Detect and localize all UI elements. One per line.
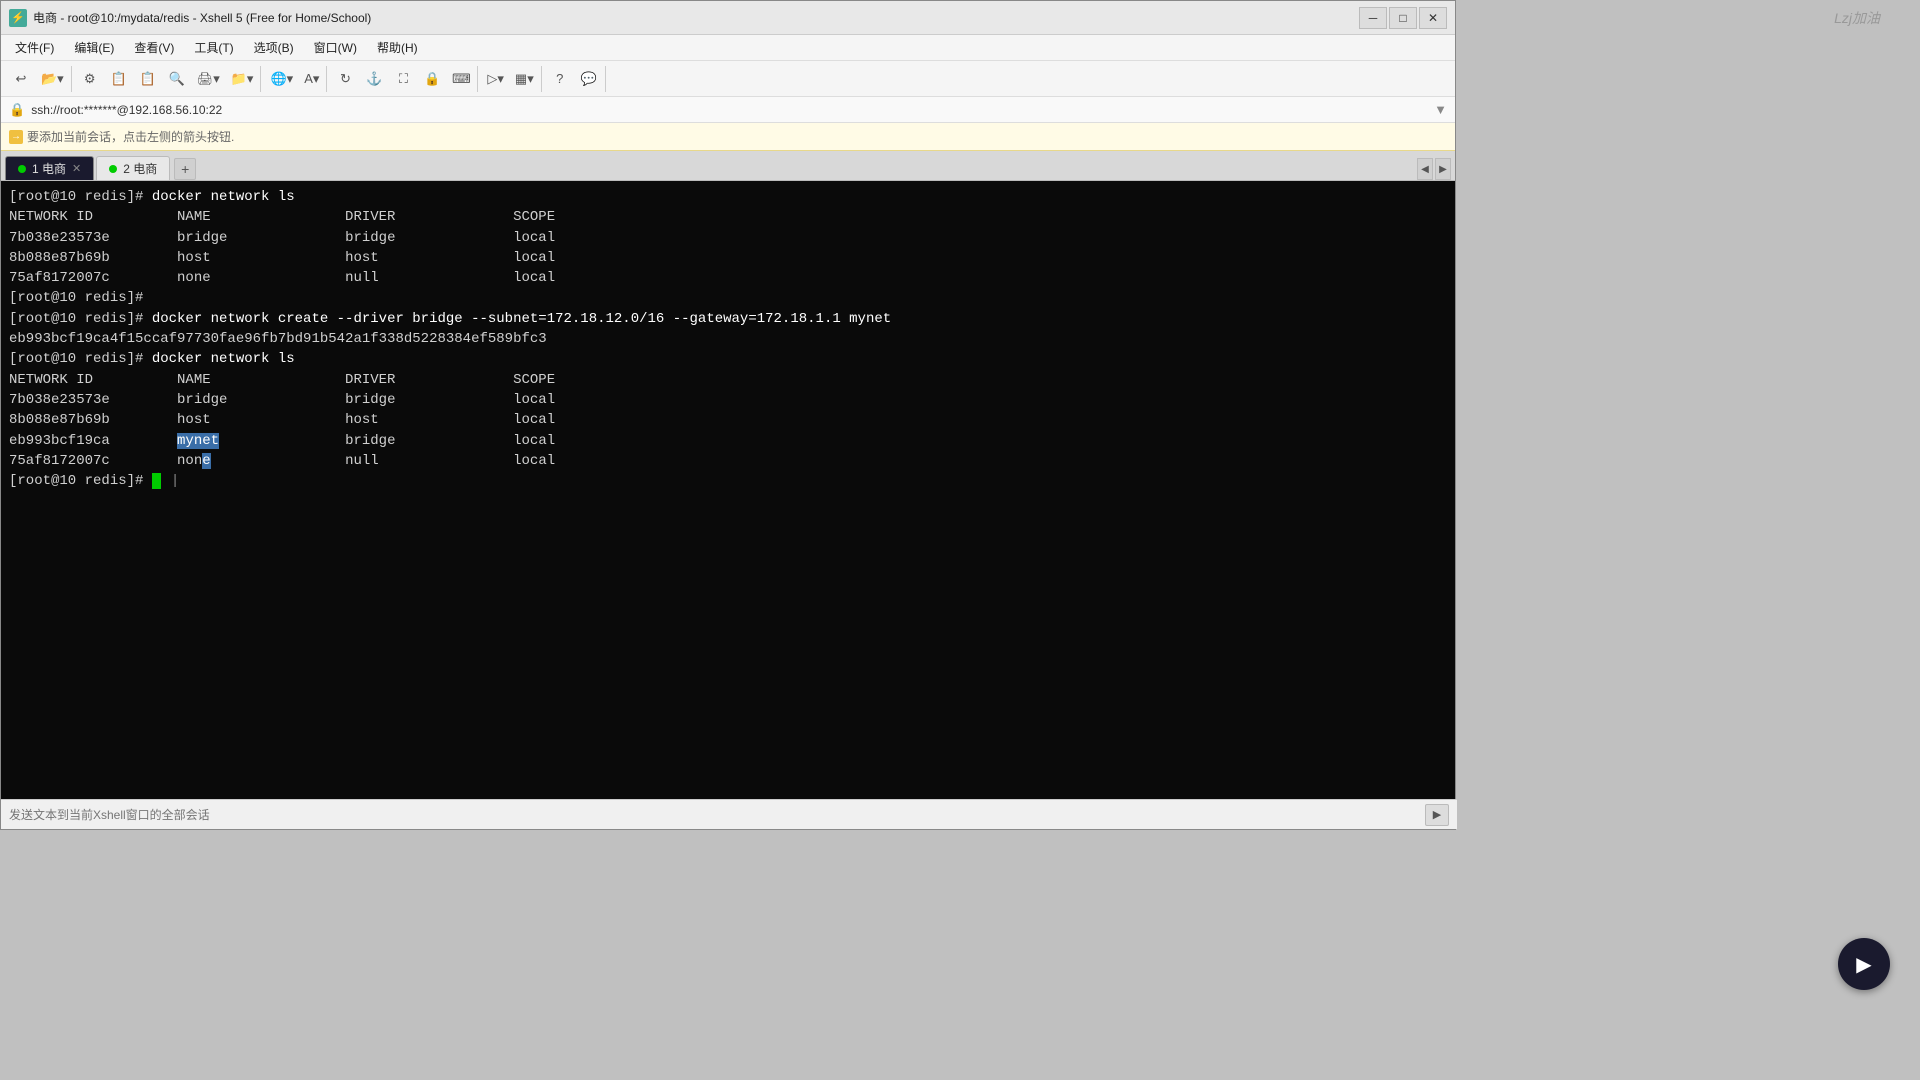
- toolbar-chat-button[interactable]: 💬: [575, 66, 603, 92]
- menu-help[interactable]: 帮助(H): [367, 37, 428, 58]
- maximize-button[interactable]: □: [1389, 7, 1417, 29]
- hint-text: 要添加当前会话，点击左侧的箭头按钮.: [27, 128, 234, 145]
- tab-1[interactable]: 1 电商 ✕: [5, 156, 94, 180]
- tab-navigation: ◀ ▶: [1417, 158, 1451, 180]
- terminal-cursor: [152, 473, 161, 489]
- terminal-line-1: [root@10 redis]# docker network ls: [9, 187, 1447, 207]
- toolbar-help-button[interactable]: ?: [546, 66, 574, 92]
- menu-window[interactable]: 窗口(W): [304, 37, 367, 58]
- tab-2-dot: [109, 165, 117, 173]
- terminal-line-11: 7b038e23573e bridge bridge local: [9, 390, 1447, 410]
- close-button[interactable]: ✕: [1419, 7, 1447, 29]
- ssh-address: ssh://root:*******@192.168.56.10:22: [31, 103, 222, 117]
- terminal-line-6: [root@10 redis]#: [9, 288, 1447, 308]
- toolbar-font-dropdown[interactable]: A▾: [299, 66, 324, 92]
- tab-2-label: 2 电商: [123, 160, 157, 177]
- toolbar-search-button[interactable]: 🔍: [163, 66, 191, 92]
- toolbar-layout-dropdown[interactable]: ▦▾: [510, 66, 539, 92]
- floating-play-icon: ▶: [1856, 952, 1871, 977]
- terminal-line-2: NETWORK ID NAME DRIVER SCOPE: [9, 207, 1447, 227]
- tabbar: 1 电商 ✕ 2 电商 + ◀ ▶: [1, 151, 1455, 181]
- tab-1-label: 1 电商: [32, 160, 66, 177]
- hint-arrow-icon: →: [9, 130, 23, 144]
- watermark: Lzj加油: [1834, 8, 1880, 28]
- toolbar-group-tools: ? 💬: [544, 66, 606, 92]
- toolbar-open-dropdown[interactable]: 📂▾: [36, 66, 69, 92]
- menu-options[interactable]: 选项(B): [244, 37, 304, 58]
- toolbar-back-button[interactable]: ↩: [7, 66, 35, 92]
- terminal-line-15: [root@10 redis]# |: [9, 471, 1447, 491]
- toolbar-paste-button[interactable]: 📋: [134, 66, 162, 92]
- terminal-line-12: 8b088e87b69b host host local: [9, 410, 1447, 430]
- toolbar-group-extra: ▷▾ ▦▾: [480, 66, 541, 92]
- toolbar-rotate-button[interactable]: ↻: [331, 66, 359, 92]
- toolbar-group-actions: ⚙ 📋 📋 🔍 🖨▾ 📁▾: [74, 66, 262, 92]
- terminal-line-9: [root@10 redis]# docker network ls: [9, 349, 1447, 369]
- toolbar-lock-button[interactable]: 🔒: [418, 66, 446, 92]
- tab-1-dot: [18, 165, 26, 173]
- titlebar: ⚡ 电商 - root@10:/mydata/redis - Xshell 5 …: [1, 1, 1455, 35]
- tab-add-button[interactable]: +: [174, 158, 196, 180]
- toolbar-group-misc: ↻ ⚓ ⛶ 🔒 ⌨: [329, 66, 478, 92]
- floating-play-button[interactable]: ▶: [1838, 938, 1890, 990]
- tab-2[interactable]: 2 电商: [96, 156, 170, 180]
- menu-edit[interactable]: 编辑(E): [64, 37, 124, 58]
- toolbar-anchor-button[interactable]: ⚓: [360, 66, 388, 92]
- toolbar: ↩ 📂▾ ⚙ 📋 📋 🔍 🖨▾ 📁▾ 🌐▾ A▾ ↻ ⚓ ⛶ 🔒 ⌨ ▷▾ ▦▾: [1, 61, 1455, 97]
- window-controls: ─ □ ✕: [1359, 7, 1447, 29]
- toolbar-print-dropdown[interactable]: 🖨▾: [192, 66, 225, 92]
- terminal-line-4: 8b088e87b69b host host local: [9, 248, 1447, 268]
- tab-prev-button[interactable]: ◀: [1417, 158, 1433, 180]
- terminal-line-14: 75af8172007c none null local: [9, 451, 1447, 471]
- toolbar-key-button[interactable]: ⌨: [447, 66, 475, 92]
- toolbar-file-dropdown[interactable]: 📁▾: [226, 66, 259, 92]
- send-button[interactable]: ▶: [1425, 804, 1449, 826]
- main-window: ⚡ 电商 - root@10:/mydata/redis - Xshell 5 …: [0, 0, 1456, 830]
- terminal-line-7: [root@10 redis]# docker network create -…: [9, 309, 1447, 329]
- ssh-dropdown-arrow[interactable]: ▼: [1434, 102, 1447, 117]
- toolbar-fullscreen-button[interactable]: ⛶: [389, 66, 417, 92]
- terminal-line-13: eb993bcf19ca mynet bridge local: [9, 431, 1447, 451]
- app-icon: ⚡: [9, 9, 27, 27]
- menu-file[interactable]: 文件(F): [5, 37, 64, 58]
- toolbar-properties-button[interactable]: ⚙: [76, 66, 104, 92]
- menu-tools[interactable]: 工具(T): [184, 37, 243, 58]
- ssh-lock-icon: 🔒: [9, 102, 25, 118]
- menu-view[interactable]: 查看(V): [124, 37, 184, 58]
- toolbar-group-view: 🌐▾ A▾: [263, 66, 327, 92]
- window-title: 电商 - root@10:/mydata/redis - Xshell 5 (F…: [33, 9, 1359, 26]
- tab-next-button[interactable]: ▶: [1435, 158, 1451, 180]
- menubar: 文件(F) 编辑(E) 查看(V) 工具(T) 选项(B) 窗口(W) 帮助(H…: [1, 35, 1455, 61]
- toolbar-script-dropdown[interactable]: ▷▾: [482, 66, 509, 92]
- hint-bar: → 要添加当前会话，点击左侧的箭头按钮.: [1, 123, 1455, 151]
- toolbar-globe-dropdown[interactable]: 🌐▾: [265, 66, 298, 92]
- ssh-address-bar: 🔒 ssh://root:*******@192.168.56.10:22 ▼: [1, 97, 1455, 123]
- bottom-bar: ▶: [1, 799, 1457, 829]
- toolbar-copy-button[interactable]: 📋: [105, 66, 133, 92]
- terminal[interactable]: [root@10 redis]# docker network ls NETWO…: [1, 181, 1455, 803]
- toolbar-group-nav: ↩ 📂▾: [5, 66, 72, 92]
- terminal-line-8: eb993bcf19ca4f15ccaf97730fae96fb7bd91b54…: [9, 329, 1447, 349]
- terminal-line-3: 7b038e23573e bridge bridge local: [9, 228, 1447, 248]
- terminal-line-5: 75af8172007c none null local: [9, 268, 1447, 288]
- minimize-button[interactable]: ─: [1359, 7, 1387, 29]
- tab-1-close[interactable]: ✕: [72, 162, 81, 175]
- send-text-input[interactable]: [9, 808, 1421, 822]
- terminal-line-10: NETWORK ID NAME DRIVER SCOPE: [9, 370, 1447, 390]
